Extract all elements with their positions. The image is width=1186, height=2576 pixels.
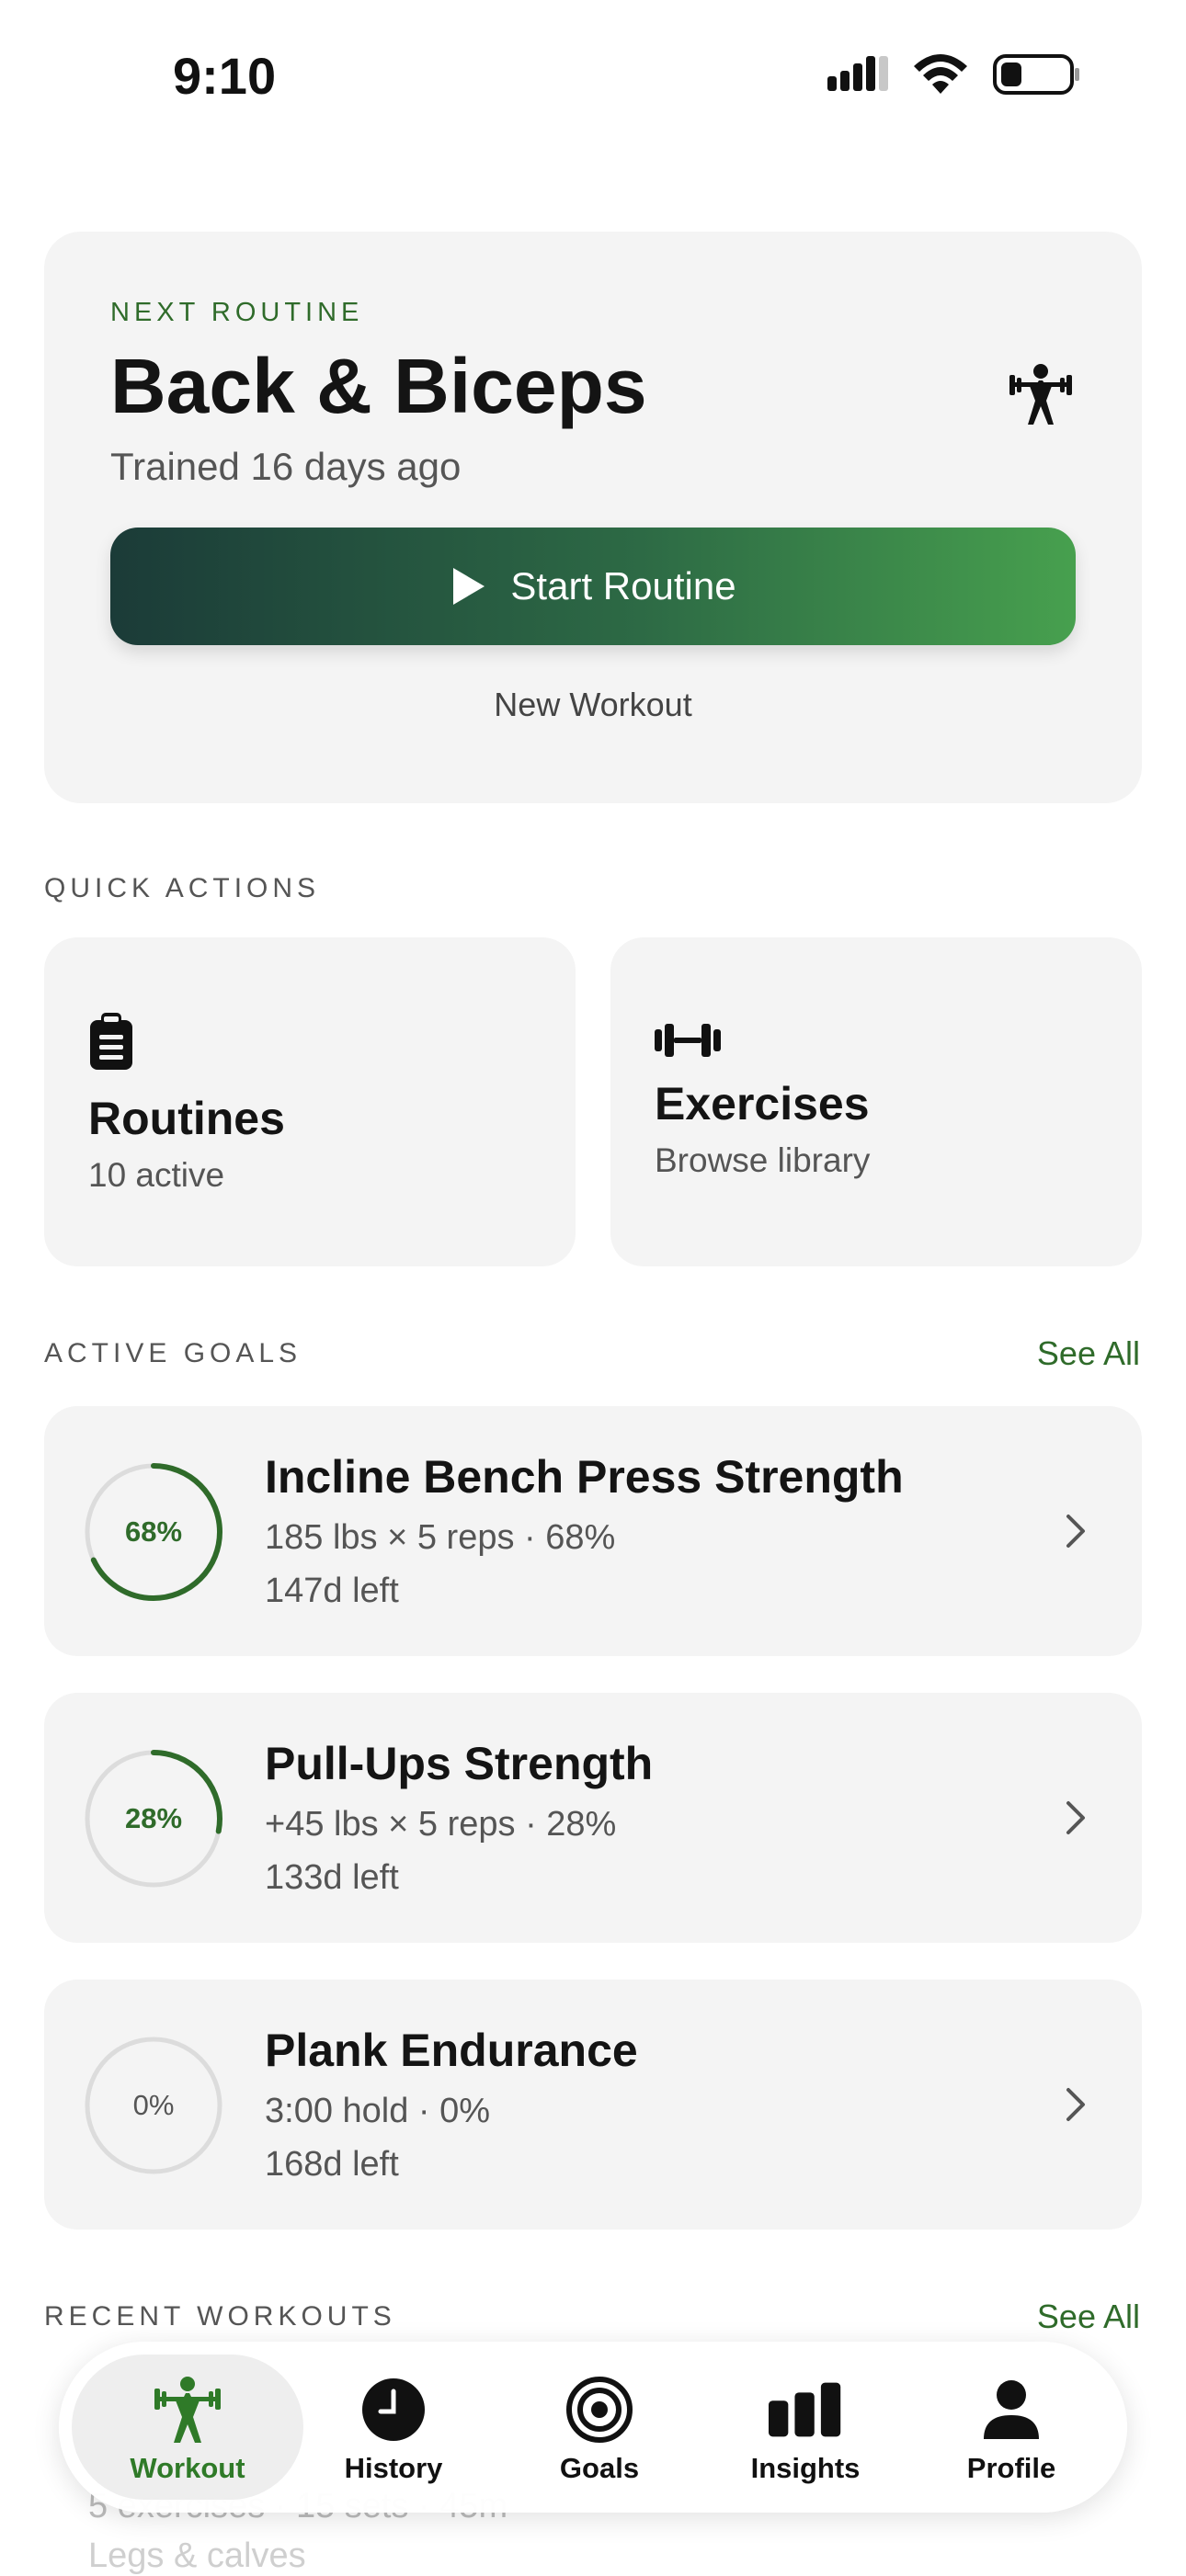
goal-meta: +45 lbs × 5 reps · 28% — [265, 1805, 617, 1844]
exercises-card[interactable]: Exercises Browse library — [610, 937, 1142, 1266]
new-workout-link[interactable]: New Workout — [44, 686, 1142, 724]
lifter-icon — [154, 2377, 221, 2443]
chevron-right-icon — [1066, 1801, 1085, 1834]
target-icon — [566, 2377, 633, 2443]
goal-card[interactable]: 28% Pull-Ups Strength +45 lbs × 5 reps ·… — [44, 1693, 1142, 1943]
tab-label: Goals — [559, 2452, 640, 2484]
routines-card[interactable]: Routines 10 active — [44, 937, 576, 1266]
goal-card[interactable]: 0% Plank Endurance 3:00 hold · 0% 168d l… — [44, 1980, 1142, 2230]
quick-actions-label: QUICK ACTIONS — [44, 873, 321, 903]
goal-title: Plank Endurance — [265, 2025, 638, 2076]
next-routine-eyebrow: NEXT ROUTINE — [110, 298, 364, 327]
tab-history[interactable]: History — [292, 2351, 495, 2503]
routines-subtitle: 10 active — [88, 1156, 225, 1194]
recent-see-all-link[interactable]: See All — [1037, 2298, 1140, 2336]
chevron-right-icon — [1066, 2088, 1085, 2121]
tab-goals[interactable]: Goals — [498, 2351, 701, 2503]
goal-meta: 185 lbs × 5 reps · 68% — [265, 1518, 616, 1557]
status-time: 9:10 — [173, 47, 277, 105]
exercises-title: Exercises — [655, 1078, 870, 1129]
goal-days-left: 168d left — [265, 2145, 399, 2184]
tab-profile[interactable]: Profile — [910, 2351, 1112, 2503]
bottom-tab-bar: Workout History Goals Insights Profile — [59, 2342, 1127, 2513]
clipboard-icon — [90, 1013, 132, 1070]
goal-card[interactable]: 68% Incline Bench Press Strength 185 lbs… — [44, 1406, 1142, 1656]
exercises-subtitle: Browse library — [655, 1141, 871, 1179]
clock-icon — [362, 2378, 425, 2441]
goal-percent: 68% — [124, 1515, 183, 1548]
next-routine-card: NEXT ROUTINE Back & Biceps Trained 16 da… — [44, 232, 1142, 803]
routine-title: Back & Biceps — [110, 343, 647, 429]
battery-icon — [993, 54, 1079, 95]
tab-label: Profile — [966, 2452, 1056, 2484]
goal-title: Incline Bench Press Strength — [265, 1451, 904, 1503]
chevron-right-icon — [1066, 1515, 1085, 1548]
goal-days-left: 133d left — [265, 1858, 399, 1897]
cellular-signal-icon — [827, 56, 888, 91]
goal-meta: 3:00 hold · 0% — [265, 2092, 491, 2130]
start-routine-button[interactable]: Start Routine — [110, 528, 1076, 645]
active-goals-label: ACTIVE GOALS — [44, 1338, 302, 1368]
tab-label: Insights — [750, 2452, 861, 2484]
routine-last-trained: Trained 16 days ago — [110, 445, 462, 488]
goals-see-all-link[interactable]: See All — [1037, 1334, 1140, 1373]
recent-workouts-label: RECENT WORKOUTS — [44, 2301, 396, 2332]
play-icon — [453, 568, 485, 605]
person-icon — [984, 2380, 1039, 2439]
tab-workout[interactable]: Workout — [86, 2351, 289, 2503]
bar-chart-icon — [769, 2382, 841, 2437]
goal-title: Pull-Ups Strength — [265, 1738, 654, 1789]
tab-label: Workout — [130, 2452, 245, 2484]
goal-days-left: 147d left — [265, 1572, 399, 1610]
wifi-icon — [914, 54, 967, 94]
goal-percent: 0% — [132, 2089, 175, 2121]
tab-insights[interactable]: Insights — [704, 2351, 907, 2503]
goal-percent: 28% — [124, 1802, 183, 1834]
tab-label: History — [344, 2452, 443, 2484]
dumbbell-icon — [655, 1024, 721, 1057]
routines-title: Routines — [88, 1093, 285, 1144]
start-routine-label: Start Routine — [510, 564, 736, 607]
weightlifter-icon — [1009, 364, 1072, 425]
recent-workout-subtitle: Legs & calves — [88, 2536, 306, 2575]
status-icons — [827, 53, 1081, 96]
